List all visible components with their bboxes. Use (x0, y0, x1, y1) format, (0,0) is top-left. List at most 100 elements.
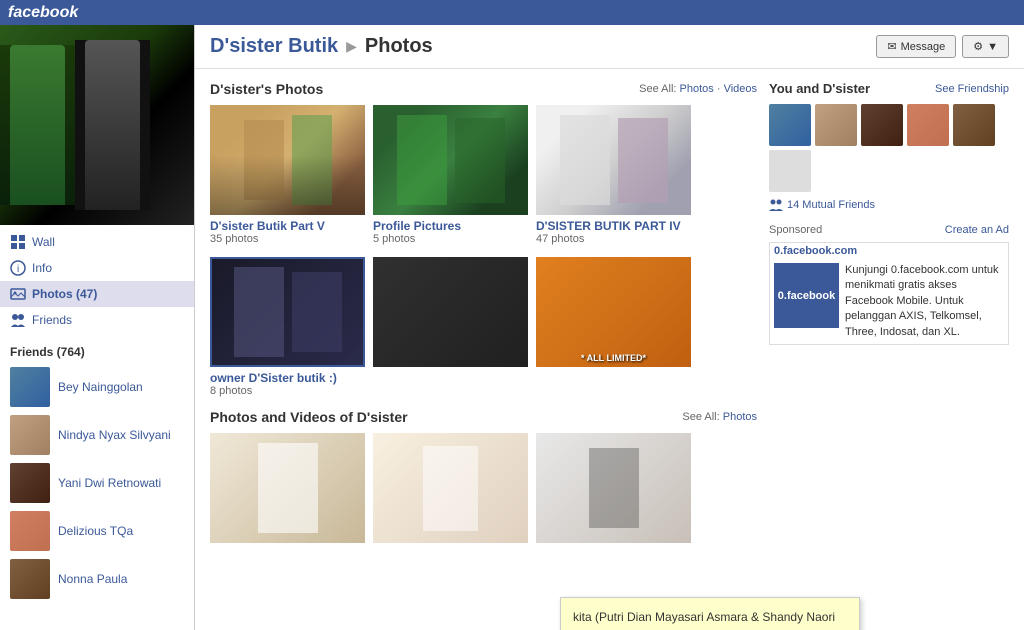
pvid-see-all: See All: Photos (682, 411, 757, 423)
mutual-thumb-5[interactable] (953, 104, 995, 146)
you-and-dsister-title: You and D'sister See Friendship (769, 81, 1009, 96)
album-3: D'SISTER BUTIK PART IV 47 photos (536, 105, 691, 245)
friend-item-2[interactable]: Nindya Nyax Silvyani (10, 415, 184, 455)
see-all-label: See All: (639, 83, 676, 95)
friend-avatar-4 (10, 511, 50, 551)
friend-name-3[interactable]: Yani Dwi Retnowati (58, 476, 161, 490)
friends-section: Friends (764) Bey Nainggolan Nindya Nyax… (0, 337, 194, 615)
album-name-1[interactable]: D'sister Butik Part V (210, 219, 365, 233)
page-title-area: D'sister Butik ▶ Photos (210, 35, 433, 58)
pvid-section-header: Photos and Videos of D'sister See All: P… (210, 409, 757, 425)
topbar-logo: facebook (8, 4, 78, 22)
breadcrumb-arrow: ▶ (346, 38, 357, 55)
album-thumb-2[interactable] (373, 105, 528, 215)
create-ad-link[interactable]: Create an Ad (945, 224, 1009, 236)
tooltip-popup: kita (Putri Dian Mayasari Asmara & Shand… (560, 597, 860, 630)
sidebar-item-info-label: Info (32, 261, 52, 275)
album-1: D'sister Butik Part V 35 photos (210, 105, 365, 245)
mutual-thumb-2[interactable] (815, 104, 857, 146)
photos-videos-section: Photos and Videos of D'sister See All: P… (210, 409, 757, 543)
friend-name-5[interactable]: Nonna Paula (58, 572, 127, 586)
settings-button[interactable]: ⚙ ▼ (962, 35, 1009, 58)
ad-description: Kunjungi 0.facebook.com untuk menikmati … (845, 263, 1004, 340)
album-thumb-4[interactable] (210, 257, 365, 367)
content-body: D'sister's Photos See All: Photos · Vide… (195, 69, 1024, 567)
mutual-count: 14 Mutual Friends (769, 198, 1009, 212)
tooltip-line1: kita (Putri Dian Mayasari Asmara & Shand… (573, 608, 847, 630)
album-thumb-5[interactable] (373, 257, 528, 367)
friend-avatar-5 (10, 559, 50, 599)
page-title[interactable]: D'sister Butik (210, 35, 338, 58)
topbar: facebook (0, 0, 1024, 25)
pvid-section-title: Photos and Videos of D'sister (210, 409, 408, 425)
sidebar-item-wall[interactable]: Wall (0, 229, 194, 255)
videos-link[interactable]: Videos (724, 83, 757, 95)
mutual-thumb-3[interactable] (861, 104, 903, 146)
mutual-friends-row (769, 104, 1009, 192)
sidebar-item-photos-label: Photos (47) (32, 287, 97, 301)
album-2: Profile Pictures 5 photos (373, 105, 528, 245)
friend-item-3[interactable]: Yani Dwi Retnowati (10, 463, 184, 503)
album-count-2: 5 photos (373, 233, 528, 245)
sponsored-header: Sponsored Create an Ad (769, 224, 1009, 236)
friend-name-4[interactable]: Delizious TQa (58, 524, 133, 538)
ad-image[interactable]: 0.facebook (774, 263, 839, 328)
dsister-photos-section: D'sister's Photos See All: Photos · Vide… (210, 81, 757, 397)
mutual-thumb-6[interactable] (769, 150, 811, 192)
you-and-dsister-section: You and D'sister See Friendship (769, 81, 1009, 212)
friend-item-5[interactable]: Nonna Paula (10, 559, 184, 599)
sidebar-item-info[interactable]: i Info (0, 255, 194, 281)
album-count-3: 47 photos (536, 233, 691, 245)
photos-icon (10, 286, 26, 302)
friends-section-title: Friends (764) (10, 345, 184, 359)
message-button-label: Message (901, 41, 946, 53)
pvid-thumb-3[interactable] (536, 433, 691, 543)
album-count-1: 35 photos (210, 233, 365, 245)
left-sidebar: Wall i Info Photos (47) Fr (0, 25, 195, 630)
photo-albums-grid-2: owner D'Sister butik :) 8 photos (210, 257, 757, 397)
album-thumb-1[interactable] (210, 105, 365, 215)
see-friendship-link[interactable]: See Friendship (935, 83, 1009, 95)
friend-name-2[interactable]: Nindya Nyax Silvyani (58, 428, 171, 442)
album-thumb-6[interactable]: * ALL LIMITED* (536, 257, 691, 367)
album-thumb-3[interactable] (536, 105, 691, 215)
album-6: * ALL LIMITED* (536, 257, 691, 397)
pvid-see-all-label: See All: (682, 411, 719, 423)
wall-icon (10, 234, 26, 250)
ad-box: 0.facebook.com 0.facebook Kunjungi 0.fac… (769, 242, 1009, 345)
photos-link[interactable]: Photos (680, 83, 714, 95)
sponsored-section: Sponsored Create an Ad 0.facebook.com 0.… (769, 224, 1009, 345)
friend-avatar-2 (10, 415, 50, 455)
friend-item-1[interactable]: Bey Nainggolan (10, 367, 184, 407)
sidebar-item-friends[interactable]: Friends (0, 307, 194, 333)
message-button[interactable]: ✉ Message (876, 35, 956, 58)
sidebar-item-wall-label: Wall (32, 235, 55, 249)
mutual-thumb-1[interactable] (769, 104, 811, 146)
friend-avatar-1 (10, 367, 50, 407)
mutual-thumb-4[interactable] (907, 104, 949, 146)
mutual-friends-label[interactable]: 14 Mutual Friends (787, 199, 875, 211)
album-4: owner D'Sister butik :) 8 photos (210, 257, 365, 397)
gear-icon: ⚙ (973, 40, 983, 53)
svg-text:i: i (17, 264, 19, 275)
album-name-2[interactable]: Profile Pictures (373, 219, 528, 233)
album-name-4[interactable]: owner D'Sister butik :) (210, 371, 365, 385)
pvid-thumb-2[interactable] (373, 433, 528, 543)
friend-item-4[interactable]: Delizious TQa (10, 511, 184, 551)
ad-domain[interactable]: 0.facebook.com (770, 243, 1008, 259)
sidebar-item-photos[interactable]: Photos (47) (0, 281, 194, 307)
sidebar-nav: Wall i Info Photos (47) Fr (0, 225, 194, 337)
friend-name-1[interactable]: Bey Nainggolan (58, 380, 143, 394)
right-column: You and D'sister See Friendship (769, 81, 1009, 555)
pvid-grid (210, 433, 757, 543)
pvid-photos-link[interactable]: Photos (723, 411, 757, 423)
see-all-links: See All: Photos · Videos (639, 83, 757, 95)
friend-avatar-3 (10, 463, 50, 503)
friends-count-icon (769, 198, 783, 212)
photo-albums-grid: D'sister Butik Part V 35 photos Profile … (210, 105, 757, 245)
message-icon: ✉ (887, 40, 896, 53)
album-name-3[interactable]: D'SISTER BUTIK PART IV (536, 219, 691, 233)
page-subtitle: Photos (365, 35, 433, 58)
dropdown-arrow: ▼ (987, 41, 998, 53)
pvid-thumb-1[interactable] (210, 433, 365, 543)
